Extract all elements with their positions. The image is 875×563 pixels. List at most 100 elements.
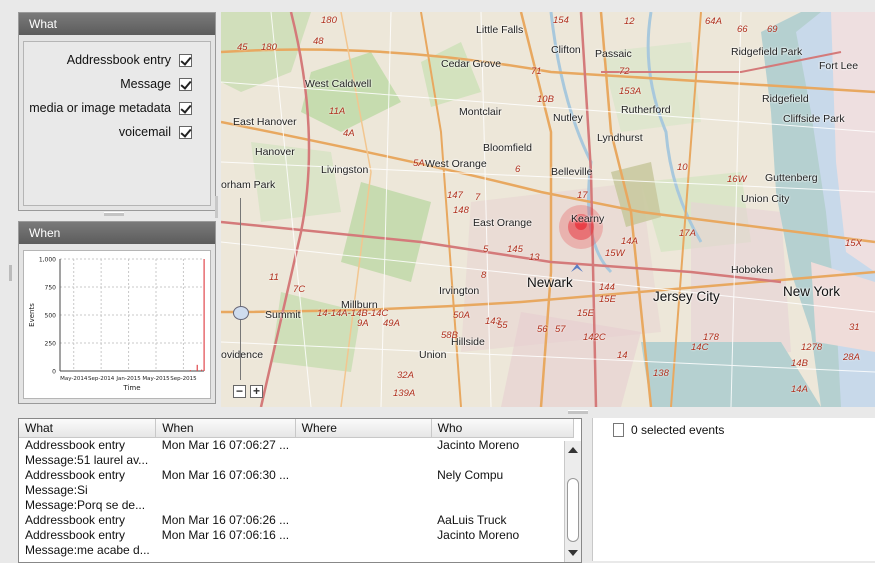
route-label: 148 — [453, 205, 469, 216]
place-label: East Orange — [473, 217, 532, 229]
cell-when — [156, 498, 295, 513]
filter-checkbox-message[interactable] — [179, 77, 192, 91]
cell-when — [156, 453, 295, 468]
place-label: Passaic — [595, 48, 632, 60]
route-label: 139A — [393, 388, 416, 399]
map-view[interactable]: Little Falls Clifton Passaic Ridgefield … — [221, 12, 875, 407]
scroll-thumb[interactable] — [567, 478, 579, 542]
table-row[interactable]: Addressbook entry Mon Mar 16 07:06:16 ...… — [19, 528, 573, 543]
selected-events-label: 0 selected events — [631, 423, 725, 437]
filter-checkbox-addressbook[interactable] — [179, 53, 192, 67]
route-label: 56 — [537, 324, 548, 335]
filter-label: media or image metadata — [29, 101, 171, 115]
place-label: West Orange — [425, 158, 487, 170]
route-label: 10 — [677, 162, 688, 173]
timeline-chart[interactable]: 1,000 750 500 250 0 May-2014 Sep-2014 Jan-2015 M… — [23, 250, 211, 399]
cell-who — [431, 543, 573, 558]
table-row[interactable]: Message:me acabe d... — [19, 543, 573, 558]
table-row[interactable]: Message:51 laurel av... — [19, 453, 573, 468]
filter-voicemail[interactable]: voicemail — [119, 122, 192, 142]
route-label: 180 — [261, 42, 277, 53]
route-label: 15W — [605, 248, 625, 259]
filter-media[interactable]: media or image metadata — [29, 98, 192, 118]
scroll-up-arrow[interactable] — [568, 447, 578, 453]
place-label: Livingston — [321, 164, 369, 176]
chart-bar — [189, 370, 191, 371]
zoom-out-button[interactable]: − — [233, 385, 246, 398]
route-label: 71 — [531, 66, 542, 77]
table-scrollbar[interactable] — [564, 441, 581, 562]
filter-message[interactable]: Message — [120, 74, 192, 94]
filter-label: Addressbook entry — [66, 53, 171, 67]
cell-when: Mon Mar 16 07:06:27 ... — [161, 438, 290, 452]
place-label: West Caldwell — [305, 78, 372, 90]
table-row[interactable]: Message:Porq se de... — [19, 498, 573, 513]
route-label: 1278 — [801, 342, 823, 353]
route-label: 50A — [453, 310, 470, 321]
filter-checkbox-voicemail[interactable] — [179, 125, 192, 139]
route-label: 154 — [553, 15, 569, 26]
what-panel-title: What — [19, 13, 215, 35]
cell-when: Mon Mar 16 07:06:30 ... — [161, 468, 290, 482]
table-row[interactable]: Message:Si — [19, 483, 573, 498]
route-label: 7 — [475, 192, 481, 203]
zoom-slider-track[interactable] — [240, 198, 241, 380]
place-label: Clifton — [551, 44, 581, 56]
route-label: 10B — [537, 94, 554, 105]
place-label: Newark — [527, 275, 573, 290]
route-label: 142C — [583, 332, 606, 343]
filter-addressbook[interactable]: Addressbook entry — [67, 50, 192, 70]
y-tick-label: 500 — [45, 313, 57, 320]
bottom-splitter[interactable] — [568, 410, 588, 414]
route-label: 138 — [653, 368, 669, 379]
y-tick-label: 750 — [45, 285, 57, 292]
cell-when — [156, 543, 295, 558]
column-header-what[interactable]: What — [19, 419, 157, 438]
chart-bar — [203, 259, 205, 371]
map-splitter[interactable] — [215, 196, 218, 218]
table-row[interactable]: Addressbook entry Mon Mar 16 07:06:26 ...… — [19, 513, 573, 528]
place-label: Union — [419, 349, 447, 361]
table-row[interactable]: Addressbook entry Mon Mar 16 07:06:30 ...… — [19, 468, 573, 483]
route-label: 8 — [481, 270, 487, 281]
filter-label: Message — [120, 77, 171, 91]
place-label: Montclair — [459, 106, 502, 118]
place-label: Cliffside Park — [783, 113, 845, 125]
y-tick-label: 1,000 — [39, 257, 56, 264]
route-label: 4A — [343, 128, 355, 139]
panel-splitter[interactable] — [104, 212, 124, 216]
route-label: 147 — [447, 190, 463, 201]
route-label: 28A — [843, 352, 860, 363]
table-row[interactable]: Addressbook entry Mon Mar 16 07:06:27 ...… — [19, 438, 573, 454]
cell-who — [431, 498, 573, 513]
place-label: orham Park — [221, 179, 276, 191]
route-label: 64A — [705, 16, 722, 27]
chart-bar — [196, 364, 198, 371]
y-axis-label: Events — [28, 303, 36, 327]
scroll-down-arrow[interactable] — [568, 550, 578, 556]
left-splitter[interactable] — [9, 265, 12, 281]
column-header-who[interactable]: Who — [431, 419, 574, 438]
cell-who: Jacinto Moreno — [437, 528, 520, 542]
route-label: 5A — [413, 158, 425, 169]
column-header-when[interactable]: When — [155, 419, 296, 438]
place-label: Nutley — [553, 112, 583, 124]
place-label: Bloomfield — [483, 142, 533, 154]
place-label: Summit — [265, 309, 301, 321]
zoom-slider-handle[interactable] — [233, 306, 249, 320]
place-label: Little Falls — [476, 24, 524, 36]
cell-who: Nely Compu — [437, 468, 504, 482]
events-table: What When Where Who Addressbook entry Mon… — [18, 418, 582, 563]
filter-checkbox-media[interactable] — [179, 101, 192, 115]
x-axis-label: Time — [122, 384, 140, 392]
place-label: Ridgefield Park — [731, 46, 803, 58]
cell-where — [295, 483, 431, 498]
place-label: Rutherford — [621, 104, 671, 116]
what-filter-list: Addressbook entry Message media or image… — [23, 41, 211, 206]
route-label: 14-14A-14B-14C — [317, 308, 389, 319]
zoom-in-button[interactable]: + — [250, 385, 263, 398]
cell-where — [295, 513, 431, 528]
cell-what: Addressbook entry — [25, 438, 126, 452]
place-label: Fort Lee — [819, 60, 859, 72]
column-header-where[interactable]: Where — [295, 419, 432, 438]
